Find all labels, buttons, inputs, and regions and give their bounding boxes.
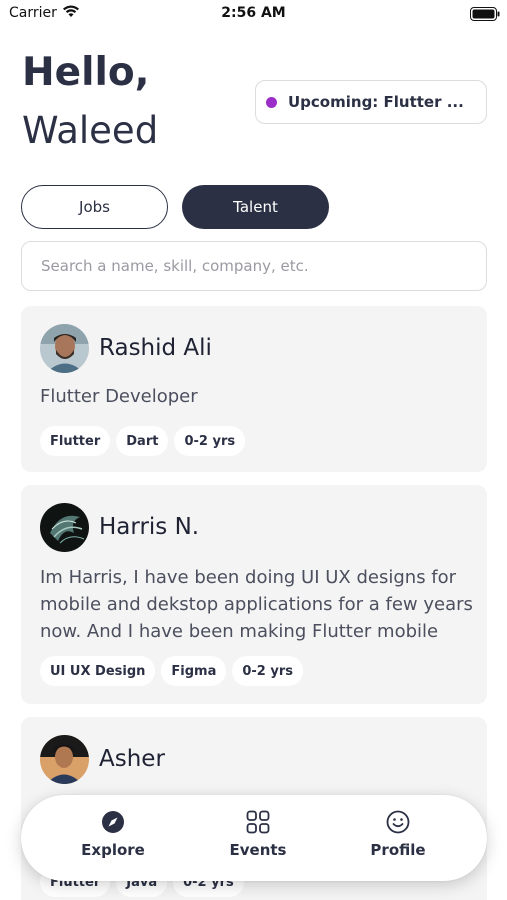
- skill-tag: Dart: [116, 426, 169, 456]
- nav-events[interactable]: Events: [208, 809, 308, 859]
- talent-bio: Im Harris, I have been doing UI UX desig…: [40, 567, 473, 642]
- nav-events-label: Events: [229, 841, 287, 859]
- avatar: [40, 735, 89, 784]
- greeting-title: Hello,: [22, 50, 150, 95]
- talent-name: Rashid Ali: [99, 335, 212, 361]
- talent-name: Asher: [99, 746, 165, 772]
- talent-card[interactable]: Rashid Ali Flutter Developer Flutter Dar…: [21, 306, 487, 472]
- talent-toggle-button[interactable]: Talent: [182, 185, 329, 229]
- skill-tags: Flutter Dart 0-2 yrs: [40, 426, 246, 456]
- avatar: [40, 324, 89, 373]
- experience-tag: 0-2 yrs: [232, 656, 303, 686]
- status-dot-icon: [266, 96, 277, 108]
- skill-tag: UI UX Design: [40, 656, 156, 686]
- nav-explore[interactable]: Explore: [63, 809, 163, 859]
- nav-profile-label: Profile: [370, 841, 426, 859]
- nav-explore-label: Explore: [81, 841, 145, 859]
- talent-name: Harris N.: [99, 514, 200, 540]
- clock: 2:56 AM: [221, 5, 286, 21]
- compass-icon: [102, 811, 124, 833]
- nav-profile[interactable]: Profile: [348, 809, 448, 859]
- talent-role: Flutter Developer: [40, 386, 198, 407]
- grid-icon: [246, 810, 270, 834]
- battery-icon: [470, 7, 500, 21]
- avatar: [40, 503, 89, 552]
- bottom-navigation: Explore Events Profile: [21, 795, 487, 881]
- jobs-toggle-button[interactable]: Jobs: [21, 185, 168, 229]
- skill-tags: UI UX Design Figma 0-2 yrs: [40, 656, 303, 686]
- greeting-user-name: Waleed: [22, 109, 159, 152]
- experience-tag: 0-2 yrs: [174, 426, 246, 456]
- talent-card[interactable]: Harris N. Im Harris, I have been doing U…: [21, 485, 487, 704]
- status-bar: Carrier 2:56 AM: [0, 0, 507, 28]
- skill-tag: Figma: [161, 656, 227, 686]
- upcoming-event-label: Upcoming: Flutter ...: [288, 93, 464, 111]
- skill-tag: Flutter: [40, 426, 111, 456]
- search-input[interactable]: [21, 241, 487, 291]
- upcoming-event-chip[interactable]: Upcoming: Flutter ...: [255, 80, 487, 124]
- smiley-icon: [386, 810, 410, 834]
